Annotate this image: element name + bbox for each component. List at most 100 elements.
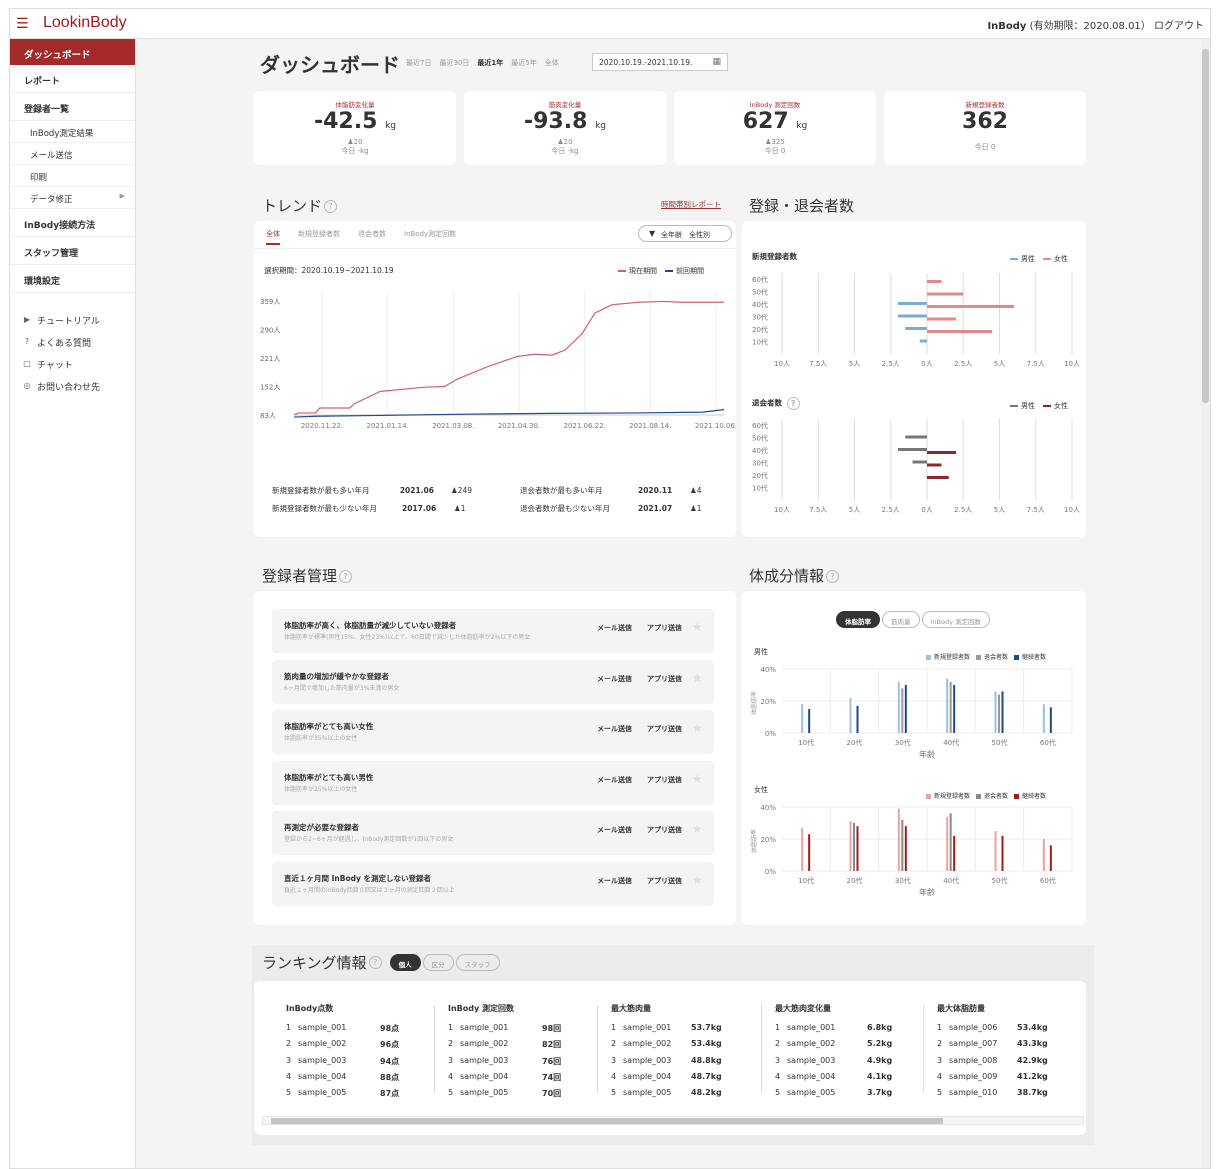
ranking-row[interactable]: 4 sample_004 74回 <box>448 1072 588 1088</box>
contact-link[interactable]: ◎ お問い合わせ先 <box>10 375 135 397</box>
ranking-row[interactable]: 3 sample_008 42.9kg <box>937 1056 1077 1072</box>
ranking-row[interactable]: 2 sample_002 5.2kg <box>775 1039 915 1055</box>
ranking-row[interactable]: 3 sample_003 76回 <box>448 1056 588 1072</box>
ranking-row[interactable]: 2 sample_002 96点 <box>286 1039 426 1055</box>
pill-muscle[interactable]: 筋肉量 <box>882 611 920 628</box>
rank-value: 5.2kg <box>867 1039 893 1049</box>
ranking-row[interactable]: 3 sample_003 94点 <box>286 1056 426 1072</box>
ranking-row[interactable]: 2 sample_007 43.3kg <box>937 1039 1077 1055</box>
help-icon[interactable]: ? <box>826 570 840 583</box>
ranking-row[interactable]: 5 sample_005 48.2kg <box>611 1088 751 1104</box>
pill-staff[interactable]: スタッフ <box>455 954 500 971</box>
ranking-row[interactable]: 1 sample_006 53.4kg <box>937 1023 1077 1039</box>
pill-division[interactable]: 区分 <box>422 954 454 971</box>
range-all[interactable]: 全体 <box>545 58 559 68</box>
app-button[interactable]: アプリ送信 <box>647 674 682 684</box>
ranking-row[interactable]: 4 sample_004 48.7kg <box>611 1072 751 1088</box>
pill-measure[interactable]: InBody 測定回数 <box>921 611 991 628</box>
tab-quit[interactable]: 退会者数 <box>358 229 386 245</box>
ranking-row[interactable]: 5 sample_005 3.7kg <box>775 1088 915 1104</box>
sidebar-item-mail[interactable]: メール送信 <box>10 143 135 165</box>
tab-new-members[interactable]: 新規登録者数 <box>298 229 340 245</box>
range-1y[interactable]: 最近1年 <box>477 58 503 68</box>
sidebar-item-members[interactable]: 登録者一覧 <box>10 93 135 121</box>
stat-count: 249 <box>457 485 472 495</box>
ranking-row[interactable]: 3 sample_003 4.9kg <box>775 1056 915 1072</box>
app-button[interactable]: アプリ送信 <box>647 876 682 886</box>
sidebar-item-data-edit[interactable]: データ修正 ▶ <box>10 187 135 209</box>
app-button[interactable]: アプリ送信 <box>647 825 682 835</box>
help-icon[interactable]: ? <box>368 956 382 969</box>
sidebar-item-connect[interactable]: InBody接続方法 <box>10 209 135 237</box>
app-button[interactable]: アプリ送信 <box>647 623 682 633</box>
scroll-thumb[interactable] <box>1202 49 1209 403</box>
ranking-row[interactable]: 5 sample_005 70回 <box>448 1088 588 1104</box>
person-icon: ♟ <box>690 485 697 495</box>
calendar-icon[interactable]: ▦ <box>712 57 721 67</box>
faq-link[interactable]: ? よくある質問 <box>10 331 135 353</box>
logout-link[interactable]: ログアウト <box>1154 21 1204 32</box>
sidebar-item-settings[interactable]: 環境設定 <box>10 265 135 293</box>
star-icon[interactable]: ★ <box>692 721 703 735</box>
mail-button[interactable]: メール送信 <box>597 876 632 886</box>
app-button[interactable]: アプリ送信 <box>647 724 682 734</box>
mail-button[interactable]: メール送信 <box>597 674 632 684</box>
rank-name: sample_006 <box>949 1023 998 1032</box>
star-icon[interactable]: ★ <box>692 873 703 887</box>
mail-button[interactable]: メール送信 <box>597 724 632 734</box>
star-icon[interactable]: ★ <box>692 822 703 836</box>
ranking-row[interactable]: 1 sample_001 6.8kg <box>775 1023 915 1039</box>
help-icon[interactable]: ? <box>339 570 353 583</box>
date-range-input[interactable]: 2020.10.19.-2021.10.19. ▦ <box>592 53 728 71</box>
range-5y[interactable]: 最近5年 <box>511 58 536 68</box>
ranking-row[interactable]: 5 sample_010 38.7kg <box>937 1088 1077 1104</box>
ranking-row[interactable]: 1 sample_001 98点 <box>286 1023 426 1039</box>
app-button[interactable]: アプリ送信 <box>647 775 682 785</box>
sidebar-item-report[interactable]: レポート <box>10 65 135 93</box>
star-icon[interactable]: ★ <box>692 671 703 685</box>
legend-quit: 退会者数 <box>976 652 1008 661</box>
pill-fat-rate[interactable]: 体脂肪率 <box>836 611 880 628</box>
sidebar-item-print[interactable]: 印刷 <box>10 165 135 187</box>
hamburger-icon[interactable]: ☰ <box>16 16 29 32</box>
ranking-heading: ランキング情報? 個人 区分 スタッフ <box>262 952 502 973</box>
mail-button[interactable]: メール送信 <box>597 825 632 835</box>
ranking-row[interactable]: 4 sample_004 4.1kg <box>775 1072 915 1088</box>
pill-individual[interactable]: 個人 <box>389 954 421 971</box>
ranking-row[interactable]: 1 sample_001 53.7kg <box>611 1023 751 1039</box>
x-tick-label: 2021.10.06. <box>695 422 736 430</box>
sidebar-item-inbody-results[interactable]: InBody測定結果 <box>10 121 135 143</box>
range-30d[interactable]: 最近30日 <box>439 58 469 68</box>
ranking-row[interactable]: 5 sample_005 87点 <box>286 1088 426 1104</box>
ranking-row[interactable]: 3 sample_003 48.8kg <box>611 1056 751 1072</box>
tutorial-link[interactable]: ▶ チュートリアル <box>10 309 135 331</box>
hourly-report-link[interactable]: 時間帯別レポート <box>661 199 721 210</box>
legend-current: 現在期間 <box>618 266 657 276</box>
help-icon[interactable]: ? <box>786 397 800 410</box>
help-icon[interactable]: ? <box>324 200 338 213</box>
scroll-thumb[interactable] <box>271 1118 943 1124</box>
mail-button[interactable]: メール送信 <box>597 623 632 633</box>
ranking-row[interactable]: 4 sample_009 41.2kg <box>937 1072 1077 1088</box>
bar <box>898 302 927 305</box>
tab-all[interactable]: 全体 <box>266 229 280 245</box>
star-icon[interactable]: ★ <box>692 620 703 634</box>
horizontal-scrollbar[interactable] <box>262 1116 1084 1125</box>
logo[interactable]: LookinBody <box>43 14 127 32</box>
star-icon[interactable]: ★ <box>692 772 703 786</box>
ranking-row[interactable]: 4 sample_004 88点 <box>286 1072 426 1088</box>
mail-button[interactable]: メール送信 <box>597 775 632 785</box>
range-7d[interactable]: 最近7日 <box>406 58 431 68</box>
male-body-chart: 40% 20% 0% 体脂肪率 10代 20代 30代 40代 50代 60代年齢 <box>750 666 1073 759</box>
ranking-row[interactable]: 2 sample_002 53.4kg <box>611 1039 751 1055</box>
vertical-scrollbar[interactable] <box>1201 39 1210 1168</box>
ranking-row[interactable]: 1 sample_001 98回 <box>448 1023 588 1039</box>
sidebar-item-staff[interactable]: スタッフ管理 <box>10 237 135 265</box>
tab-measure[interactable]: InBody測定回数 <box>404 229 456 245</box>
sidebar-item-dashboard[interactable]: ダッシュボード <box>10 39 135 65</box>
x-tick-label: 7.5人 <box>1027 506 1045 514</box>
series-line-current <box>293 300 724 416</box>
filter-button[interactable]: ▼ 全年齢 全性別 <box>638 225 732 242</box>
chat-link[interactable]: □ チャット <box>10 353 135 375</box>
ranking-row[interactable]: 2 sample_002 82回 <box>448 1039 588 1055</box>
